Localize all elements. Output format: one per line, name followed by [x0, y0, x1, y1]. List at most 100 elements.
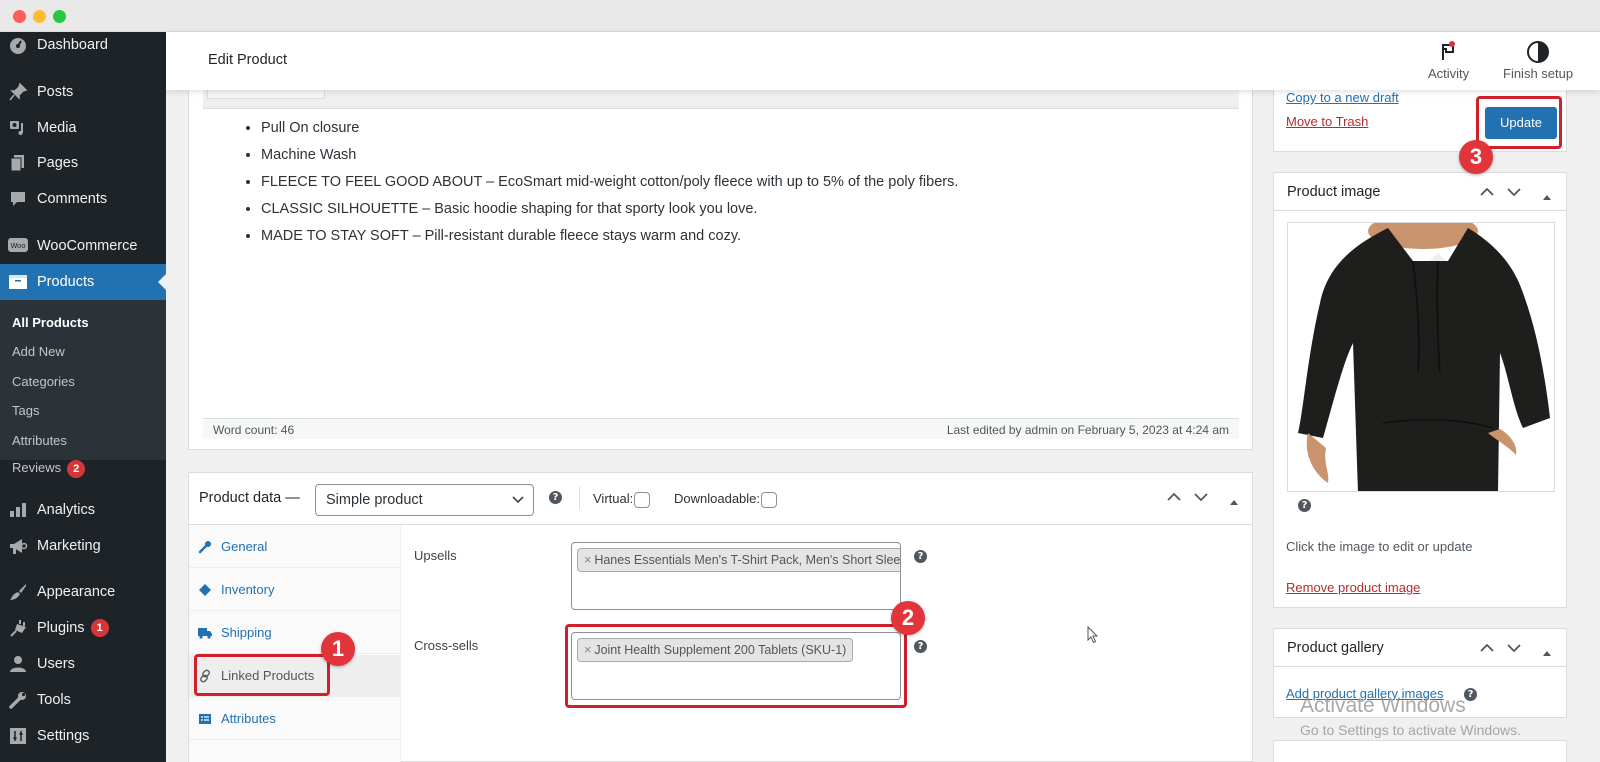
activity-button[interactable]: Activity — [1428, 38, 1469, 81]
woo-icon: Woo — [0, 237, 36, 255]
wrench-icon — [0, 690, 36, 710]
move-up-button[interactable] — [1479, 185, 1495, 204]
product-image-header: Product image — [1274, 173, 1566, 211]
move-to-trash-link[interactable]: Move to Trash — [1286, 114, 1368, 129]
virtual-field: Virtual: — [593, 491, 651, 508]
sidebar-item-users[interactable]: Users — [0, 646, 166, 682]
bullet-item: CLASSIC SILHOUETTE – Basic hoodie shapin… — [261, 196, 958, 223]
sidebar-item-media[interactable]: Media — [0, 110, 166, 146]
submenu-tags[interactable]: Tags — [12, 403, 39, 418]
sidebar-item-marketing[interactable]: Marketing — [0, 528, 166, 564]
virtual-label: Virtual: — [593, 491, 634, 506]
move-up-button[interactable] — [1166, 490, 1182, 509]
submenu-reviews[interactable]: Reviews 2 — [12, 460, 86, 478]
editor-status-bar: Word count: 46 Last edited by admin on F… — [203, 418, 1239, 439]
bullet-item: Pull On closure — [261, 115, 958, 142]
dashboard-icon — [0, 35, 36, 55]
submenu-all-products[interactable]: All Products — [12, 315, 89, 330]
remove-chip-button[interactable]: × — [584, 553, 591, 567]
move-down-button[interactable] — [1193, 490, 1209, 509]
product-gallery-title: Product gallery — [1287, 640, 1384, 656]
window-minimize-button[interactable] — [33, 10, 46, 23]
sidebar-item-comments[interactable]: Comments — [0, 181, 166, 217]
product-description-editor: Pull On closure Machine Wash FLEECE TO F… — [188, 70, 1253, 450]
product-image-help-icon[interactable]: ? — [1298, 499, 1311, 512]
flag-icon — [1428, 38, 1469, 66]
submenu-categories[interactable]: Categories — [12, 374, 75, 389]
megaphone-icon — [0, 536, 36, 556]
submenu-add-new[interactable]: Add New — [12, 344, 65, 359]
product-image-box: Product image ? Click the image to edit … — [1273, 172, 1567, 608]
annotation-step-2: 2 — [891, 601, 925, 635]
editor-content-area[interactable]: Pull On closure Machine Wash FLEECE TO F… — [203, 109, 1239, 421]
media-icon — [0, 118, 36, 138]
virtual-checkbox[interactable] — [634, 491, 651, 508]
product-image-thumbnail[interactable] — [1287, 222, 1555, 492]
sidebar-item-analytics[interactable]: Analytics — [0, 492, 166, 528]
collapse-toggle-button[interactable] — [1542, 188, 1552, 206]
bar-chart-icon — [0, 501, 36, 519]
admin-sidebar: Dashboard Posts Media Pages Comments Woo… — [0, 32, 166, 762]
sidebar-item-woocommerce[interactable]: Woo WooCommerce — [0, 228, 166, 264]
downloadable-label: Downloadable: — [674, 491, 761, 506]
sidebar-item-plugins[interactable]: Plugins 1 — [0, 610, 166, 646]
move-up-button[interactable] — [1479, 641, 1495, 660]
product-type-select[interactable]: Simple product — [315, 484, 534, 516]
collapse-toggle-button[interactable] — [1542, 644, 1552, 662]
upsells-input[interactable]: × Hanes Essentials Men's T-Shirt Pack, Me… — [571, 542, 901, 610]
window-close-button[interactable] — [13, 10, 26, 23]
page-header: Edit Product Activity Finish setup — [166, 32, 1600, 90]
crosssells-help-icon[interactable]: ? — [914, 640, 927, 653]
remove-product-image-link[interactable]: Remove product image — [1286, 580, 1420, 595]
brush-icon — [0, 582, 36, 602]
archive-icon — [0, 273, 36, 291]
bullet-item: MADE TO STAY SOFT – Pill-resistant durab… — [261, 223, 958, 250]
move-down-button[interactable] — [1506, 185, 1522, 204]
sidebar-item-tools[interactable]: Tools — [0, 682, 166, 718]
collapse-toggle-button[interactable] — [1229, 493, 1239, 511]
pin-icon — [0, 82, 36, 102]
submenu-attributes[interactable]: Attributes — [12, 433, 67, 448]
plug-icon — [0, 618, 36, 638]
list-icon — [189, 713, 221, 725]
product-gallery-help-icon[interactable]: ? — [1464, 688, 1477, 701]
sidebar-item-appearance[interactable]: Appearance — [0, 574, 166, 610]
downloadable-checkbox[interactable] — [761, 491, 778, 508]
tag-icon — [189, 583, 221, 597]
svg-text:Woo: Woo — [10, 242, 25, 250]
finish-setup-button[interactable]: Finish setup — [1503, 38, 1573, 81]
help-icon[interactable]: ? — [549, 491, 562, 504]
upsells-help-icon[interactable]: ? — [914, 550, 927, 563]
plugins-update-badge: 1 — [90, 619, 109, 637]
activate-windows-subtitle: Go to Settings to activate Windows. — [1300, 722, 1521, 738]
tab-inventory[interactable]: Inventory — [189, 569, 400, 611]
page-title: Edit Product — [208, 52, 287, 68]
tab-linked-products[interactable]: Linked Products — [189, 655, 400, 697]
move-down-button[interactable] — [1506, 641, 1522, 660]
mouse-cursor-icon — [1087, 625, 1099, 649]
remove-chip-button[interactable]: × — [584, 643, 591, 657]
tab-shipping[interactable]: Shipping — [189, 612, 400, 654]
tab-label: General — [221, 539, 268, 554]
chip-label: Hanes Essentials Men's T-Shirt Pack, Men… — [594, 553, 901, 567]
sidebar-item-products[interactable]: Products — [0, 264, 166, 300]
tab-label: Inventory — [221, 582, 275, 597]
last-edited: Last edited by admin on February 5, 2023… — [946, 423, 1229, 437]
sidebar-item-settings[interactable]: Settings — [0, 718, 166, 754]
window-maximize-button[interactable] — [53, 10, 66, 23]
tab-attributes[interactable]: Attributes — [189, 698, 400, 740]
tab-general[interactable]: General — [189, 526, 400, 568]
sidebar-item-pages[interactable]: Pages — [0, 145, 166, 181]
copy-to-draft-link[interactable]: Copy to a new draft — [1286, 90, 1399, 105]
annotation-step-3: 3 — [1459, 140, 1493, 174]
tab-label: Shipping — [221, 625, 272, 640]
crosssells-input[interactable]: × Joint Health Supplement 200 Tablets (SK… — [571, 632, 901, 700]
sidebar-item-dashboard[interactable]: Dashboard — [0, 27, 166, 63]
crosssells-label: Cross-sells — [414, 638, 479, 653]
crosssell-chip: × Joint Health Supplement 200 Tablets (SK… — [577, 638, 854, 662]
product-data-header: Product data — Simple product ? Virtual:… — [189, 473, 1252, 525]
bullet-item: FLEECE TO FEEL GOOD ABOUT – EcoSmart mid… — [261, 169, 958, 196]
tab-label: Linked Products — [221, 668, 315, 683]
update-button[interactable]: Update — [1485, 107, 1557, 139]
sidebar-item-posts[interactable]: Posts — [0, 74, 166, 110]
